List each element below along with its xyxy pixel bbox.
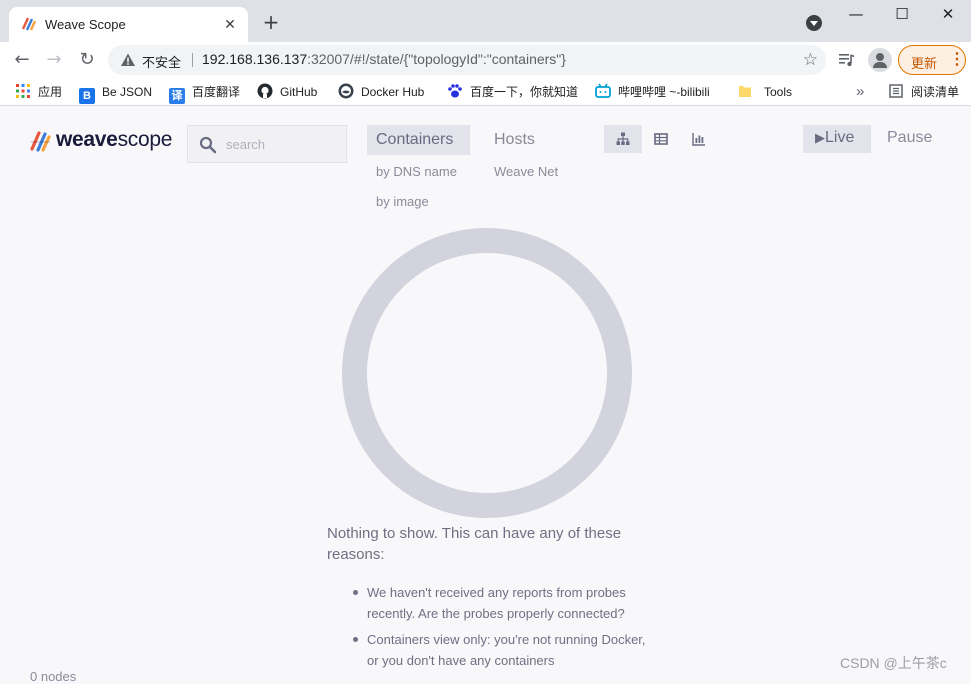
window-maximize-button[interactable]: ☐ — [879, 0, 925, 30]
table-view-button[interactable] — [642, 125, 680, 153]
url-text[interactable]: 192.168.136.137:32007/#!/state/{"topolog… — [202, 51, 566, 67]
browser-tab[interactable]: Weave Scope ✕ — [9, 7, 248, 42]
search-icon — [199, 136, 217, 154]
live-button[interactable]: ▶Live — [803, 125, 871, 153]
sub-topology-by-image[interactable]: by image — [376, 194, 429, 209]
reading-list-label: 阅读清单 — [911, 85, 960, 99]
bookmark-label: 哔哩哔哩 ~-bilibili — [618, 85, 710, 99]
bookmark-label: 应用 — [38, 85, 63, 99]
logo-bold-text: weave — [56, 128, 118, 151]
empty-state-title: Nothing to show. This can have any of th… — [327, 525, 622, 563]
baidu-paw-icon — [448, 84, 462, 98]
graph-view-button[interactable] — [604, 125, 642, 153]
node-count: 0 nodes — [30, 669, 77, 684]
folder-icon — [739, 86, 751, 97]
bookmark-label: 百度翻译 — [192, 85, 241, 99]
more-menu-icon: ⋮ — [949, 51, 965, 68]
new-tab-button[interactable]: + — [261, 12, 281, 32]
bookmarks-bar: 应用 B Be JSON 译百度翻译 GitHub Docker Hub 百度一下… — [0, 78, 971, 106]
warning-icon — [121, 53, 135, 66]
topology-containers[interactable]: Containers — [367, 125, 470, 155]
live-text: Live — [825, 129, 855, 146]
bookmark-baidu[interactable]: 百度一下，你就知道 — [447, 83, 578, 101]
logo-light-text: scope — [117, 128, 173, 151]
sub-topology-by-dns-name[interactable]: by DNS name — [376, 164, 457, 179]
url-host: 192.168.136.137 — [202, 51, 308, 67]
reload-button[interactable]: ↻ — [75, 48, 99, 72]
bookmark-label: Docker Hub — [361, 85, 425, 99]
bookmark-bilibili[interactable]: 哔哩哔哩 ~-bilibili — [595, 83, 710, 101]
browser-toolbar: ← → ↻ 不安全 192.168.136.137:32007/#!/state… — [0, 42, 971, 78]
browser-tabstrip: Weave Scope ✕ + — ☐ ✕ — [0, 0, 971, 42]
resources-view-icon — [692, 133, 705, 146]
bejson-icon: B — [79, 88, 95, 104]
bookmark-bejson[interactable]: B Be JSON — [79, 83, 153, 104]
bookmark-label: Be JSON — [102, 85, 153, 99]
back-button[interactable]: ← — [10, 48, 34, 72]
sub-topology-weave-net[interactable]: Weave Net — [494, 164, 558, 179]
bookmark-label: 百度一下，你就知道 — [470, 85, 579, 99]
baidu-translate-icon: 译 — [169, 88, 185, 104]
play-icon: ▶ — [815, 130, 825, 145]
resources-view-button[interactable] — [680, 125, 718, 153]
bookmark-label: GitHub — [280, 85, 318, 99]
update-label: 更新 — [911, 56, 938, 71]
table-view-icon — [654, 133, 668, 145]
update-button[interactable]: 更新 ⋮ — [898, 45, 966, 75]
weave-scope-favicon-icon — [21, 17, 37, 31]
topology-hosts[interactable]: Hosts — [494, 131, 535, 149]
docker-icon — [338, 83, 354, 99]
bookmarks-overflow-icon[interactable]: » — [856, 83, 864, 101]
bilibili-icon — [595, 83, 611, 98]
weave-logo-icon — [30, 131, 51, 152]
security-status[interactable]: 不安全 — [142, 52, 181, 71]
bookmark-docker-hub[interactable]: Docker Hub — [338, 83, 424, 101]
tab-search-icon[interactable] — [806, 15, 822, 31]
bookmark-folder-tools[interactable]: Tools — [737, 83, 792, 101]
apps-grid-icon — [16, 84, 30, 98]
empty-topology-ring — [342, 228, 632, 518]
search-box[interactable] — [187, 125, 347, 163]
weave-scope-page: weavescope Containers by DNS name by ima… — [0, 107, 971, 684]
tab-title: Weave Scope — [45, 17, 126, 32]
reading-list-button[interactable]: 阅读清单 — [888, 83, 959, 101]
logo-wordmark: weavescope — [56, 128, 172, 152]
profile-avatar-icon[interactable] — [868, 48, 892, 72]
url-path: :32007/#!/state/{"topologyId":"container… — [307, 51, 566, 67]
forward-button[interactable]: → — [42, 48, 66, 72]
pause-button[interactable]: Pause — [878, 125, 940, 153]
empty-reason-item: Containers view only: you're not running… — [327, 629, 657, 671]
window-close-button[interactable]: ✕ — [925, 0, 971, 30]
bookmark-label: Tools — [764, 85, 793, 99]
media-control-icon[interactable] — [838, 51, 856, 69]
tab-close-icon[interactable]: ✕ — [222, 16, 238, 32]
bookmark-apps[interactable]: 应用 — [15, 83, 62, 101]
window-minimize-button[interactable]: — — [833, 0, 879, 30]
empty-state-reasons: We haven't received any reports from pro… — [327, 582, 657, 676]
bookmark-baidu-translate[interactable]: 译百度翻译 — [169, 83, 241, 104]
graph-view-icon — [616, 132, 630, 145]
pause-label: Pause — [887, 129, 933, 146]
address-bar[interactable]: 不安全 192.168.136.137:32007/#!/state/{"top… — [108, 45, 826, 75]
bookmark-star-icon[interactable]: ☆ — [803, 50, 818, 70]
empty-reason-item: We haven't received any reports from pro… — [327, 582, 657, 624]
live-label: ▶Live — [815, 129, 854, 147]
address-separator — [192, 53, 193, 67]
csdn-watermark: CSDN @上午茶c — [840, 655, 947, 671]
bookmark-github[interactable]: GitHub — [257, 83, 317, 101]
github-icon — [257, 83, 273, 99]
search-input[interactable] — [226, 134, 336, 154]
reading-list-icon — [889, 84, 903, 98]
